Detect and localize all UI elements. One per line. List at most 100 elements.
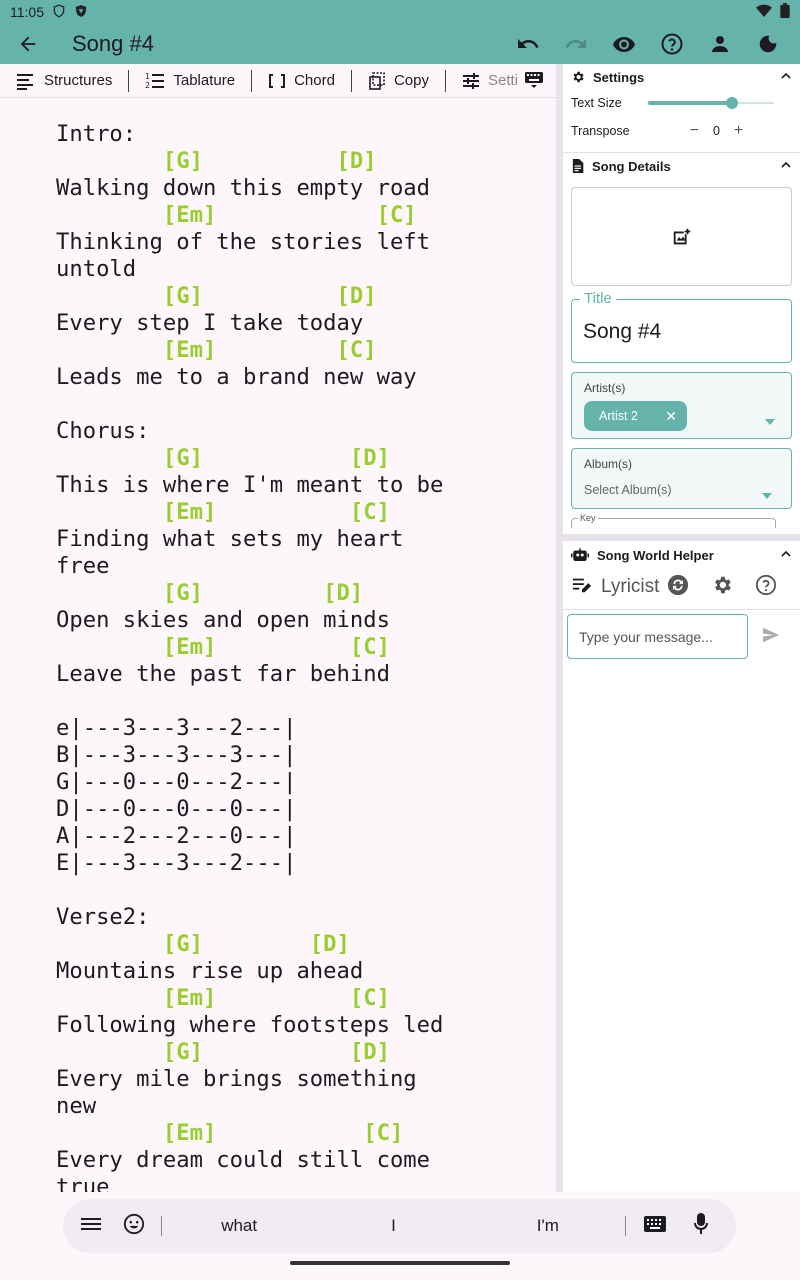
lyric-line[interactable]: Open skies and open minds <box>56 607 390 633</box>
lyric-line[interactable]: Finding what sets my heart <box>56 526 403 552</box>
editor-toolbar: Structures 12 Tablature Chord Copy Setti <box>0 64 558 98</box>
lyric-line[interactable]: Thinking of the stories left <box>56 229 430 255</box>
artist-chip[interactable]: Artist 2 ✕ <box>584 401 687 431</box>
chevron-up-icon <box>780 548 792 563</box>
send-icon[interactable] <box>762 627 780 648</box>
lyric-line[interactable]: Mountains rise up ahead <box>56 958 363 984</box>
chord-line[interactable]: [G] [D] <box>56 283 377 309</box>
lyric-line[interactable]: A|---2---2---0---| <box>56 823 296 849</box>
text-size-thumb[interactable] <box>726 97 739 109</box>
text-size-row: Text Size <box>563 90 800 116</box>
keyboard-icon[interactable] <box>643 1215 666 1237</box>
song-text[interactable]: Intro: [G] [D] Walking down this empty r… <box>56 121 443 1192</box>
lyric-line[interactable]: D|---0---0---0---| <box>56 796 296 822</box>
brackets-icon <box>269 73 286 88</box>
song-details-header[interactable]: Song Details <box>563 153 800 179</box>
chord-line[interactable]: [Em] [C] <box>56 337 377 363</box>
chord-line[interactable]: [G] [D] <box>56 580 363 606</box>
chat-message-input[interactable]: Type your message... <box>567 614 748 659</box>
albums-field[interactable]: Album(s) Select Album(s) <box>571 448 792 509</box>
key-field[interactable]: Key <box>571 513 776 528</box>
cover-image-picker[interactable] <box>571 187 792 286</box>
gear-icon <box>573 71 584 83</box>
text-size-slider[interactable] <box>647 95 774 111</box>
lyric-line[interactable]: G|---0---0---2---| <box>56 769 296 795</box>
lyric-line[interactable]: Walking down this empty road <box>56 175 430 201</box>
menu-icon[interactable] <box>81 1216 101 1237</box>
chord-button[interactable]: Chord <box>252 64 351 97</box>
chord-line[interactable]: [Em] [C] <box>56 985 390 1011</box>
structures-label: Structures <box>44 72 113 89</box>
lyric-line[interactable]: free <box>56 553 109 579</box>
switch-mode-icon[interactable] <box>667 574 689 601</box>
vpn-shield-icon <box>52 3 66 21</box>
preview-button[interactable] <box>600 24 648 64</box>
suggestion-2[interactable]: I <box>316 1216 470 1236</box>
lyric-line[interactable]: true <box>56 1174 109 1192</box>
lyric-line[interactable]: This is where I'm meant to be <box>56 472 443 498</box>
undo-button[interactable] <box>504 24 552 64</box>
title-field[interactable]: Title Song #4 <box>571 290 792 363</box>
lyric-line[interactable]: B|---3---3---3---| <box>56 742 296 768</box>
microphone-icon[interactable] <box>693 1212 708 1240</box>
help-button[interactable] <box>648 24 696 64</box>
edit-note-icon[interactable] <box>571 575 593 600</box>
helper-mode[interactable]: Lyricist <box>601 576 659 598</box>
gear-icon[interactable] <box>711 574 733 601</box>
lyric-line[interactable]: e|---3---3---2---| <box>56 715 296 741</box>
chord-line[interactable]: [Em] [C] <box>56 634 390 660</box>
lyric-line[interactable]: Chorus: <box>56 418 150 444</box>
app-bar: Song #4 <box>0 24 800 64</box>
suggestion-1[interactable]: what <box>162 1216 316 1236</box>
chord-line[interactable]: [Em] [C] <box>56 202 417 228</box>
close-icon[interactable]: ✕ <box>665 408 677 425</box>
pane-divider[interactable] <box>556 64 563 1192</box>
lyric-line[interactable]: Following where footsteps led <box>56 1012 443 1038</box>
dropdown-arrow-icon[interactable] <box>765 412 775 430</box>
structures-button[interactable]: Structures <box>0 64 128 97</box>
chord-line[interactable]: [Em] [C] <box>56 1120 403 1146</box>
lyric-line[interactable]: Verse2: <box>56 904 150 930</box>
settings-header[interactable]: Settings <box>563 64 800 90</box>
editor-settings-button[interactable]: Setti <box>446 64 534 97</box>
redo-icon <box>565 39 586 48</box>
tablature-button[interactable]: 12 Tablature <box>129 64 251 97</box>
lyric-line[interactable]: Leave the past far behind <box>56 661 390 687</box>
lyric-line[interactable]: Every mile brings something <box>56 1066 417 1092</box>
lyric-line[interactable]: Every dream could still come <box>56 1147 430 1173</box>
helper-header[interactable]: Song World Helper <box>563 541 800 569</box>
transpose-label: Transpose <box>571 124 630 138</box>
document-icon <box>572 159 584 173</box>
chord-line[interactable]: [Em] [C] <box>56 499 390 525</box>
chord-line[interactable]: [G] [D] <box>56 931 350 957</box>
keyboard-toggle-button[interactable] <box>524 71 544 94</box>
dark-mode-button[interactable] <box>744 24 792 64</box>
title-field-value[interactable]: Song #4 <box>583 320 661 344</box>
redo-button[interactable] <box>552 24 600 64</box>
transpose-plus-button[interactable]: + <box>734 122 743 140</box>
albums-placeholder: Select Album(s) <box>584 483 672 497</box>
lyric-line[interactable]: Every step I take today <box>56 310 363 336</box>
text-size-fill <box>647 101 733 105</box>
chord-line[interactable]: [G] [D] <box>56 148 377 174</box>
account-button[interactable] <box>696 24 744 64</box>
lyric-line[interactable]: Leads me to a brand new way <box>56 364 417 390</box>
artists-field[interactable]: Artist(s) Artist 2 ✕ <box>571 372 792 439</box>
lyric-line[interactable]: Intro: <box>56 121 136 147</box>
chord-line[interactable]: [G] [D] <box>56 1039 390 1065</box>
numbered-list-icon: 12 <box>145 72 165 90</box>
editor-settings-label: Setti <box>487 72 518 89</box>
back-button[interactable] <box>0 24 56 64</box>
lyric-line[interactable]: untold <box>56 256 136 282</box>
emoji-icon[interactable] <box>123 1213 145 1240</box>
song-editor[interactable]: Intro: [G] [D] Walking down this empty r… <box>0 98 556 1192</box>
help-icon[interactable] <box>755 574 777 601</box>
transpose-minus-button[interactable]: − <box>690 122 699 140</box>
navigation-handle[interactable] <box>290 1261 510 1265</box>
dropdown-arrow-icon[interactable] <box>762 486 772 504</box>
suggestion-3[interactable]: I'm <box>471 1216 625 1236</box>
lyric-line[interactable]: new <box>56 1093 96 1119</box>
lyric-line[interactable]: E|---3---3---2---| <box>56 850 296 876</box>
copy-button[interactable]: Copy <box>352 64 445 97</box>
chord-line[interactable]: [G] [D] <box>56 445 390 471</box>
